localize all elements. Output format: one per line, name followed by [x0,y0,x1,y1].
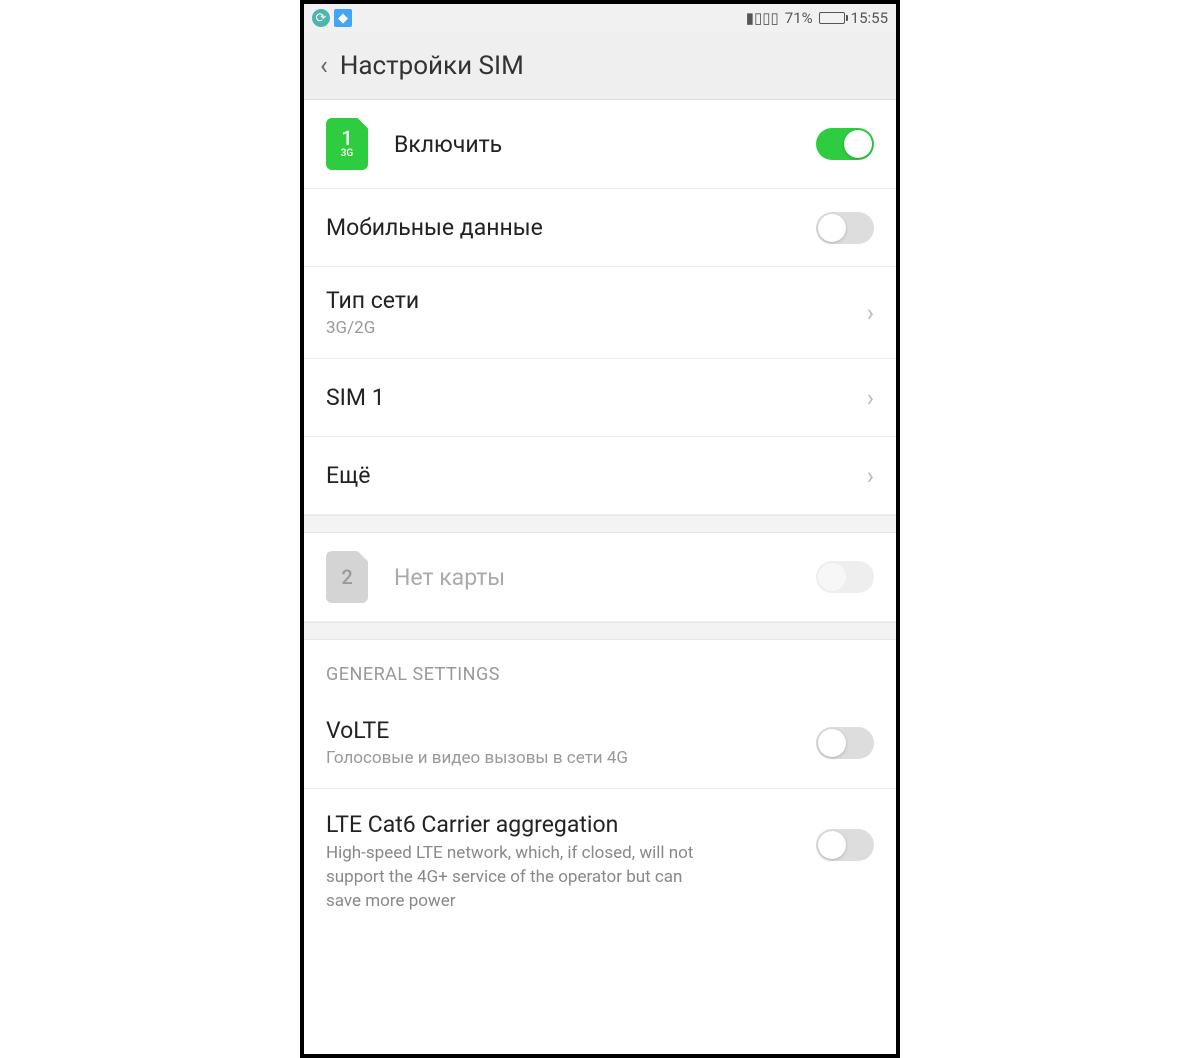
battery-pct: 71% [785,9,813,27]
sim1-entry-row[interactable]: SIM 1 › [304,359,896,437]
volte-row[interactable]: VoLTE Голосовые и видео вызовы в сети 4G [304,697,896,789]
network-type-label: Тип сети [326,287,867,314]
settings-list: 1 3G Включить Мобильные данные Тип сети … [304,100,896,931]
sim1-enable-label: Включить [394,131,816,158]
sim1-entry-label: SIM 1 [326,384,867,411]
phone-screen: ⟳ ◆ ▮▯▯▯ 71% 15:55 ‹ Настройки SIM 1 3G … [300,0,900,1058]
lte-cat6-toggle[interactable] [816,829,874,861]
mobile-data-toggle[interactable] [816,212,874,244]
more-label: Ещё [326,462,867,489]
more-row[interactable]: Ещё › [304,437,896,515]
sim1-number: 1 [341,128,352,148]
battery-icon [819,12,845,24]
lte-cat6-label: LTE Cat6 Carrier aggregation [326,811,816,838]
status-left: ⟳ ◆ [312,9,352,27]
section-divider [304,515,896,533]
signal-icon: ▮▯▯▯ [746,9,779,27]
sim2-row: 2 Нет карты [304,533,896,622]
chevron-right-icon: › [867,462,874,490]
app-indicator-icon: ⟳ [312,9,330,27]
lte-cat6-row[interactable]: LTE Cat6 Carrier aggregation High-speed … [304,789,896,931]
volte-label: VoLTE [326,717,816,744]
chevron-right-icon: › [867,299,874,327]
clock: 15:55 [851,9,888,27]
network-type-value: 3G/2G [326,318,867,338]
status-bar: ⟳ ◆ ▮▯▯▯ 71% 15:55 [304,4,896,32]
page-title: Настройки SIM [340,51,524,81]
sim2-number: 2 [341,567,352,587]
lte-cat6-sub: High-speed LTE network, which, if closed… [326,842,706,913]
sim1-enable-toggle[interactable] [816,128,874,160]
chevron-right-icon: › [867,384,874,412]
status-right: ▮▯▯▯ 71% 15:55 [746,9,888,27]
volte-sub: Голосовые и видео вызовы в сети 4G [326,748,816,768]
sim1-card-icon: 1 3G [326,118,368,170]
sim1-enable-row[interactable]: 1 3G Включить [304,100,896,189]
back-button[interactable]: ‹ [320,51,328,81]
sim2-card-icon: 2 [326,551,368,603]
sim2-label: Нет карты [394,564,816,591]
network-type-row[interactable]: Тип сети 3G/2G › [304,267,896,359]
section-divider [304,622,896,640]
mobile-data-row[interactable]: Мобильные данные [304,189,896,267]
sim1-badge: 3G [341,148,354,160]
volte-toggle[interactable] [816,727,874,759]
header: ‹ Настройки SIM [304,32,896,100]
sim2-toggle [816,561,874,593]
mobile-data-label: Мобильные данные [326,214,816,241]
shield-icon: ◆ [334,9,352,27]
general-settings-heading: GENERAL SETTINGS [304,640,896,697]
